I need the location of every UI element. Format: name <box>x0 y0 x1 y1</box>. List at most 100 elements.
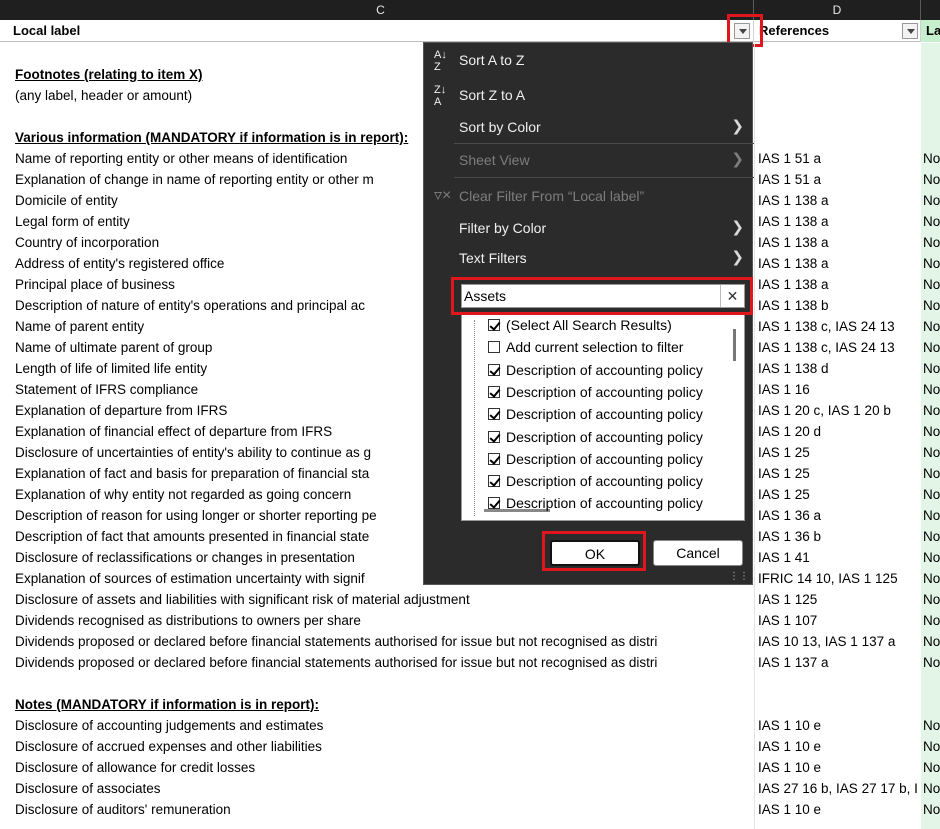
vertical-scrollbar[interactable] <box>733 329 736 361</box>
references-cell[interactable]: IAS 1 36 b <box>758 526 921 547</box>
references-cell[interactable]: IAS 1 138 a <box>758 232 921 253</box>
references-cell[interactable]: IAS 1 25 <box>758 484 921 505</box>
table-row[interactable]: Disclosure of accounting judgements and … <box>0 715 940 736</box>
unchecked-checkbox[interactable] <box>488 341 500 354</box>
references-cell[interactable]: IAS 27 16 b, IAS 27 17 b, I <box>758 778 921 799</box>
table-row[interactable]: Dividends proposed or declared before fi… <box>0 631 940 652</box>
third-column-cell[interactable]: No <box>923 358 940 379</box>
references-cell[interactable]: IAS 1 20 d <box>758 421 921 442</box>
third-column-cell[interactable]: No <box>923 337 940 358</box>
table-row[interactable] <box>0 673 940 694</box>
table-row[interactable]: Disclosure of assets and liabilities wit… <box>0 589 940 610</box>
references-cell[interactable] <box>758 64 921 85</box>
table-row[interactable]: Disclosure of allowance for credit losse… <box>0 757 940 778</box>
third-column-cell[interactable]: No <box>923 253 940 274</box>
third-column-cell[interactable]: No <box>923 757 940 778</box>
cancel-button[interactable]: Cancel <box>653 540 743 566</box>
third-column-cell[interactable]: No <box>923 316 940 337</box>
local-label-cell[interactable]: Disclosure of auditors' remuneration <box>15 799 754 820</box>
third-column-cell[interactable]: No <box>923 169 940 190</box>
references-cell[interactable]: IAS 1 51 a <box>758 169 921 190</box>
local-label-cell[interactable]: Notes (MANDATORY if information is in re… <box>15 694 754 715</box>
references-cell[interactable]: IAS 1 138 a <box>758 211 921 232</box>
third-column-cell[interactable]: No <box>923 715 940 736</box>
references-cell[interactable]: IAS 1 138 c, IAS 24 13 <box>758 337 921 358</box>
local-label-cell[interactable]: Dividends recognised as distributions to… <box>15 610 754 631</box>
third-column-cell[interactable] <box>923 694 940 715</box>
third-column-cell[interactable]: No <box>923 442 940 463</box>
checked-checkbox[interactable] <box>488 452 500 465</box>
references-cell[interactable]: IAS 1 20 c, IAS 1 20 b <box>758 400 921 421</box>
references-cell[interactable] <box>758 694 921 715</box>
text-filters-item[interactable]: Text Filters ❯ <box>424 243 754 273</box>
references-cell[interactable] <box>758 127 921 148</box>
third-column-cell[interactable] <box>923 673 940 694</box>
local-label-cell[interactable]: Disclosure of assets and liabilities wit… <box>15 589 754 610</box>
third-column-cell[interactable] <box>923 64 940 85</box>
resize-grip-icon[interactable]: ⋮⋮ <box>729 571 749 582</box>
references-filter-dropdown-icon[interactable] <box>902 23 918 39</box>
references-cell[interactable] <box>758 85 921 106</box>
third-column-cell[interactable]: No <box>923 421 940 442</box>
references-cell[interactable]: IAS 1 16 <box>758 379 921 400</box>
references-cell[interactable]: IAS 1 41 <box>758 547 921 568</box>
references-cell[interactable]: IAS 1 10 e <box>758 757 921 778</box>
local-label-cell[interactable]: Dividends proposed or declared before fi… <box>15 652 754 673</box>
third-column-cell[interactable]: No <box>923 736 940 757</box>
references-cell[interactable]: IFRIC 14 10, IAS 1 125 <box>758 568 921 589</box>
sort-by-color-item[interactable]: Sort by Color ❯ <box>424 112 754 142</box>
references-cell[interactable]: IAS 1 138 a <box>758 274 921 295</box>
local-label-cell[interactable]: Disclosure of allowance for credit losse… <box>15 757 754 778</box>
third-column-cell[interactable]: No <box>923 610 940 631</box>
third-column-cell[interactable]: No <box>923 526 940 547</box>
third-column-cell[interactable]: No <box>923 505 940 526</box>
local-label-cell[interactable]: Disclosure of associates <box>15 778 754 799</box>
table-row[interactable]: Disclosure of auditors' remuneration IAS … <box>0 799 940 820</box>
references-cell[interactable]: IAS 1 125 <box>758 589 921 610</box>
third-column-cell[interactable]: No <box>923 652 940 673</box>
references-cell[interactable]: IAS 1 10 e <box>758 715 921 736</box>
sort-z-to-a-item[interactable]: Z↓ A Sort Z to A <box>424 80 754 110</box>
checked-checkbox[interactable] <box>488 319 500 331</box>
checked-checkbox[interactable] <box>488 363 500 376</box>
references-cell[interactable] <box>758 106 921 127</box>
third-column-cell[interactable]: No <box>923 211 940 232</box>
references-cell[interactable]: IAS 1 138 d <box>758 358 921 379</box>
table-row[interactable]: Notes (MANDATORY if information is in re… <box>0 694 940 715</box>
references-cell[interactable]: IAS 1 107 <box>758 610 921 631</box>
local-label-cell[interactable] <box>15 673 754 694</box>
references-cell[interactable]: IAS 1 51 a <box>758 148 921 169</box>
third-column-cell[interactable]: No <box>923 232 940 253</box>
third-column-cell[interactable] <box>923 127 940 148</box>
third-column-cell[interactable] <box>923 85 940 106</box>
third-column-cell[interactable]: No <box>923 190 940 211</box>
checked-checkbox[interactable] <box>488 385 500 398</box>
local-label-cell[interactable]: Dividends proposed or declared before fi… <box>15 631 754 652</box>
third-column-cell[interactable]: No <box>923 778 940 799</box>
table-row[interactable]: Dividends recognised as distributions to… <box>0 610 940 631</box>
references-cell[interactable] <box>758 43 921 64</box>
column-header-e[interactable] <box>921 0 940 20</box>
references-cell[interactable] <box>758 673 921 694</box>
checked-checkbox[interactable] <box>488 497 500 510</box>
third-column-cell[interactable]: No <box>923 799 940 820</box>
table-row[interactable]: Disclosure of accrued expenses and other… <box>0 736 940 757</box>
references-cell[interactable]: IAS 1 10 e <box>758 799 921 820</box>
table-row[interactable]: Disclosure of associates IAS 27 16 b, IAS… <box>0 778 940 799</box>
checked-checkbox[interactable] <box>488 408 500 421</box>
third-column-cell[interactable]: No <box>923 148 940 169</box>
column-header-d[interactable]: D <box>754 0 921 20</box>
third-column-cell[interactable]: No <box>923 274 940 295</box>
third-column-cell[interactable]: No <box>923 589 940 610</box>
references-cell[interactable]: IAS 1 36 a <box>758 505 921 526</box>
column-header-c[interactable]: C <box>8 0 754 20</box>
local-label-cell[interactable]: Disclosure of accrued expenses and other… <box>15 736 754 757</box>
references-cell[interactable]: IAS 1 25 <box>758 442 921 463</box>
local-label-cell[interactable]: Disclosure of accounting judgements and … <box>15 715 754 736</box>
third-column-cell[interactable] <box>923 106 940 127</box>
third-column-cell[interactable]: No <box>923 547 940 568</box>
third-column-cell[interactable]: No <box>923 400 940 421</box>
sort-a-to-z-item[interactable]: A↓ Z Sort A to Z <box>424 45 754 75</box>
checked-checkbox[interactable] <box>488 475 500 488</box>
checked-checkbox[interactable] <box>488 430 500 443</box>
